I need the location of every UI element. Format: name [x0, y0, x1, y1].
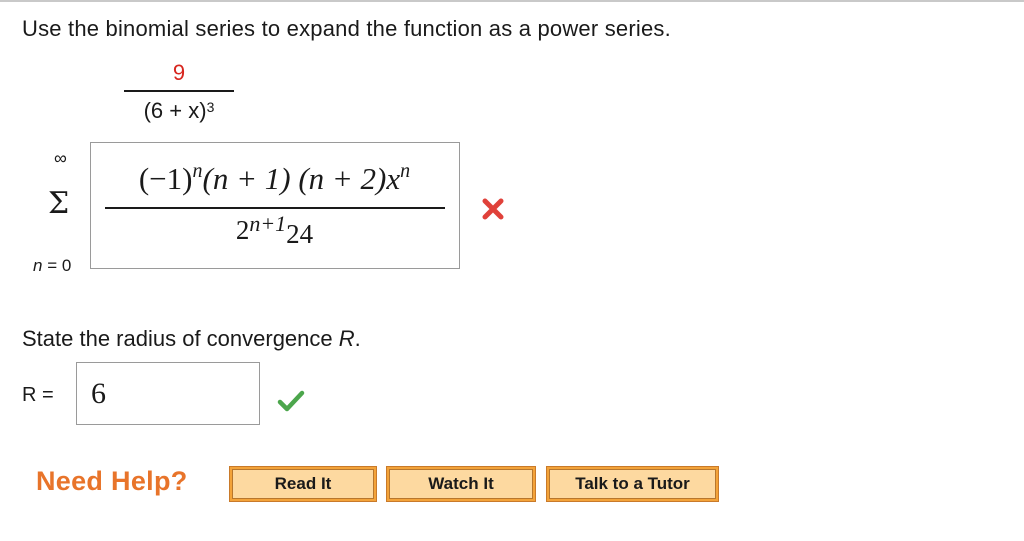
talk-to-tutor-label: Talk to a Tutor — [549, 469, 716, 499]
talk-to-tutor-button[interactable]: Talk to a Tutor — [546, 466, 719, 502]
series-numerator-part-b: (n + 1) (n + 2)x — [202, 161, 401, 196]
series-numerator-part-a: (−1) — [138, 161, 193, 196]
sigma-upper-limit: ∞ — [54, 148, 67, 168]
given-function: 9 (6 + x)3 — [124, 60, 234, 124]
denominator-exponent: 3 — [206, 99, 215, 115]
watch-it-label: Watch It — [389, 469, 533, 499]
denominator-base: (6 + x) — [143, 98, 207, 123]
radius-label: R = — [22, 384, 54, 406]
series-denominator: 2n+124 — [117, 211, 432, 249]
series-numerator: (−1)n(n + 1) (n + 2)xn — [117, 160, 432, 197]
watch-it-button[interactable]: Watch It — [386, 466, 536, 502]
radius-prompt-end: . — [354, 326, 361, 351]
series-denominator-tail: 24 — [286, 219, 314, 249]
read-it-button[interactable]: Read It — [229, 466, 377, 502]
series-numerator-exp-a: n — [192, 160, 203, 182]
series-denominator-base: 2 — [235, 215, 250, 245]
check-mark-icon — [277, 390, 305, 412]
read-it-label: Read It — [232, 469, 374, 499]
top-divider — [0, 0, 1024, 2]
sigma-lower-limit: n = 0 — [33, 256, 72, 275]
series-fraction-bar — [105, 207, 445, 209]
x-mark-icon — [482, 198, 504, 220]
radius-prompt-text: State the radius of convergence — [22, 326, 339, 351]
sigma-symbol: Σ — [48, 186, 70, 221]
series-denominator-exp: n+1 — [249, 211, 287, 236]
need-help-label: Need Help? — [36, 466, 188, 496]
radius-input[interactable]: 6 — [76, 362, 260, 425]
question-prompt: Use the binomial series to expand the fu… — [22, 16, 671, 41]
series-numerator-exp-b: n — [400, 160, 411, 182]
sigma-index: n — [33, 256, 43, 275]
radius-prompt: State the radius of convergence R. — [22, 326, 361, 352]
function-numerator: 9 — [172, 60, 186, 85]
fraction-bar — [124, 90, 234, 92]
radius-prompt-var: R — [338, 326, 355, 351]
series-answer-field[interactable]: (−1)n(n + 1) (n + 2)xn 2n+124 — [90, 142, 460, 269]
function-denominator: (6 + x)3 — [124, 98, 234, 124]
